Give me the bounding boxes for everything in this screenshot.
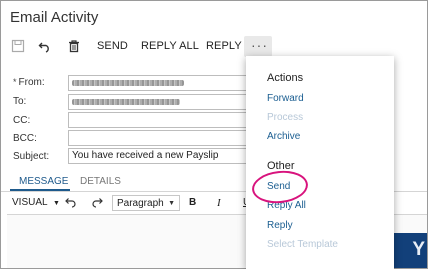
editor-redo-icon[interactable] (91, 196, 103, 211)
tab-message[interactable]: MESSAGE (19, 176, 68, 187)
subject-label: Subject: (13, 151, 50, 162)
reply-button[interactable]: REPLY (206, 40, 242, 52)
paragraph-format-value: Paragraph (117, 198, 164, 209)
redacted-from-address (72, 80, 184, 86)
tab-details[interactable]: DETAILS (80, 176, 121, 187)
cc-label: CC: (13, 115, 31, 126)
banner-text: Y (412, 239, 425, 260)
visual-mode-label: VISUAL (12, 197, 48, 208)
actions-heading: Actions (267, 72, 304, 84)
more-actions-menu: Actions Forward Process Archive Other Se… (246, 56, 394, 269)
more-actions-button[interactable]: ··· (244, 36, 272, 57)
caret-down-icon: ▼ (52, 200, 60, 207)
save-icon[interactable] (11, 39, 27, 55)
menu-item-archive[interactable]: Archive (267, 131, 300, 142)
menu-item-reply[interactable]: Reply (267, 220, 293, 231)
italic-button[interactable]: I (217, 197, 221, 209)
trash-icon[interactable] (67, 39, 83, 55)
reply-all-button[interactable]: REPLY ALL (141, 40, 199, 52)
caret-down-icon: ▼ (168, 200, 175, 207)
send-button[interactable]: SEND (97, 40, 128, 52)
bcc-label: BCC: (13, 133, 37, 144)
undo-icon[interactable] (38, 39, 54, 55)
menu-item-select-template: Select Template (267, 239, 338, 250)
page-title: Email Activity (10, 9, 99, 26)
redacted-to-address (72, 99, 180, 105)
more-icon: ··· (251, 37, 268, 53)
from-label: * From: (13, 77, 45, 88)
paragraph-format-select[interactable]: Paragraph ▼ (112, 195, 180, 211)
editor-undo-icon[interactable] (65, 196, 77, 211)
to-label: To: (13, 96, 27, 107)
menu-item-forward[interactable]: Forward (267, 93, 304, 104)
visual-mode-select[interactable]: VISUAL ▼ (12, 197, 60, 208)
bold-button[interactable]: B (189, 197, 196, 208)
menu-item-process: Process (267, 112, 304, 123)
